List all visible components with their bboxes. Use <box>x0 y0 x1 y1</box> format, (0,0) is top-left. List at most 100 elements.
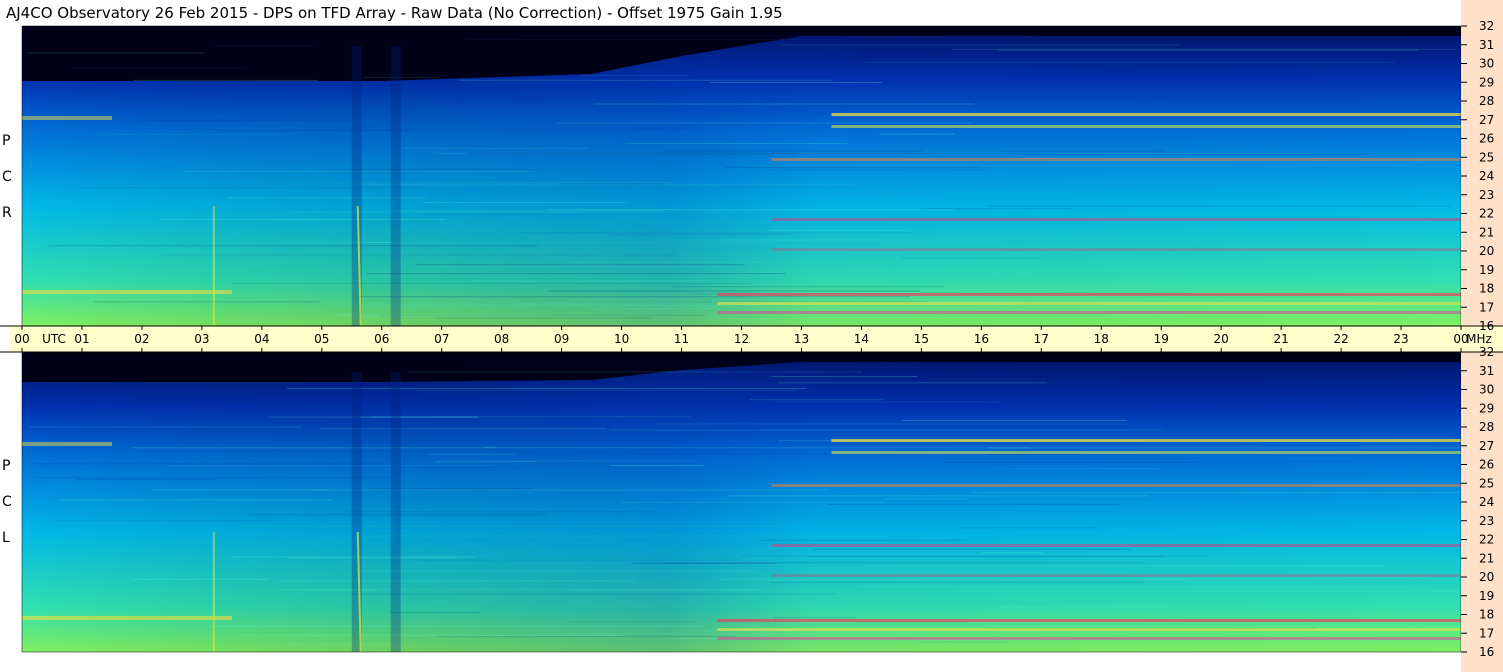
texture-line <box>772 376 918 378</box>
texture-line <box>214 45 316 47</box>
texture-line <box>34 476 390 478</box>
emission-band <box>831 439 1461 442</box>
texture-line <box>353 184 856 186</box>
time-tick-label: 15 <box>914 332 929 346</box>
texture-line <box>857 586 1411 588</box>
texture-line <box>568 261 771 263</box>
texture-line <box>117 92 302 94</box>
texture-line <box>320 428 606 430</box>
texture-line <box>662 150 1166 152</box>
freq-tick-label: 26 <box>1479 458 1494 472</box>
texture-line <box>609 234 791 236</box>
texture-line <box>1016 154 1368 156</box>
texture-line <box>630 127 697 129</box>
texture-line <box>519 232 912 234</box>
freq-tick-label: 16 <box>1479 319 1494 333</box>
emission-band <box>771 484 1461 487</box>
texture-line <box>458 79 833 81</box>
texture-line <box>358 535 883 537</box>
texture-line <box>359 296 911 298</box>
texture-line <box>759 539 969 541</box>
time-tick-label: UTC <box>42 332 66 346</box>
texture-line <box>725 186 819 188</box>
freq-tick-label: 32 <box>1479 345 1494 359</box>
texture-line <box>523 34 1032 36</box>
time-tick-label: 20 <box>1214 332 1229 346</box>
texture-line <box>879 133 955 135</box>
texture-line <box>232 282 751 284</box>
texture-line <box>1023 461 1353 463</box>
freq-tick-label: 18 <box>1479 608 1494 622</box>
spectrogram-chart: 00 UTC 01 02 03 04 05 06 07 08 09 10 11 12 13 14 15 16 17 1… <box>0 0 1503 672</box>
texture-line <box>242 525 779 527</box>
texture-line <box>416 389 797 391</box>
freq-tick-label: 27 <box>1479 439 1494 453</box>
emission-band <box>831 125 1461 128</box>
freq-tick-label: 18 <box>1479 282 1494 296</box>
texture-line <box>167 84 501 86</box>
texture-line <box>987 447 1461 449</box>
texture-line <box>424 213 588 215</box>
texture-line <box>987 205 1451 207</box>
time-tick-label: 10 <box>614 332 629 346</box>
texture-line <box>434 635 737 637</box>
texture-line <box>919 641 1010 643</box>
texture-line <box>985 407 1113 409</box>
texture-line <box>620 501 886 503</box>
texture-line <box>466 361 1019 363</box>
texture-line <box>959 527 1098 529</box>
emission-band <box>831 451 1461 454</box>
texture-line <box>769 229 910 231</box>
emission-band <box>717 628 1461 631</box>
texture-line <box>47 245 538 247</box>
texture-line <box>365 273 786 275</box>
texture-line <box>610 464 705 466</box>
texture-line <box>901 419 1127 421</box>
texture-line <box>359 305 732 307</box>
freq-tick-label: 32 <box>1479 19 1494 33</box>
texture-line <box>484 447 1030 449</box>
texture-line <box>408 371 863 373</box>
texture-line <box>330 182 678 184</box>
texture-line <box>427 466 586 468</box>
texture-line <box>541 407 606 409</box>
texture-line <box>218 129 413 131</box>
freq-tick-label: 24 <box>1479 495 1494 509</box>
texture-line <box>75 478 215 480</box>
texture-line <box>29 426 302 428</box>
freq-tick-label: 22 <box>1479 533 1494 547</box>
texture-line <box>556 122 972 124</box>
texture-line <box>389 210 664 212</box>
texture-line <box>133 79 319 81</box>
freq-tick-label: 20 <box>1479 570 1494 584</box>
texture-line <box>285 128 710 130</box>
texture-line <box>79 187 423 189</box>
freq-tick-label: 27 <box>1479 113 1494 127</box>
texture-line <box>57 499 332 501</box>
emission-band <box>717 302 1461 305</box>
time-tick-label: 17 <box>1034 332 1049 346</box>
emission-band <box>22 616 232 620</box>
texture-line <box>279 580 636 582</box>
texture-line <box>995 468 1161 470</box>
texture-line <box>884 498 969 500</box>
freq-tick-label: 28 <box>1479 94 1494 108</box>
time-tick-label: 01 <box>74 332 89 346</box>
texture-line <box>547 290 920 292</box>
texture-line <box>778 382 1048 384</box>
time-tick-label: 19 <box>1154 332 1169 346</box>
texture-line <box>465 39 844 41</box>
texture-line <box>97 134 291 136</box>
texture-line <box>725 56 811 58</box>
time-tick-label: 08 <box>494 332 509 346</box>
freq-tick-label: 28 <box>1479 420 1494 434</box>
texture-line <box>138 119 350 121</box>
texture-line <box>168 465 494 467</box>
emission-band <box>831 113 1461 116</box>
texture-line <box>773 401 1001 403</box>
texture-line <box>288 557 458 559</box>
texture-line <box>402 147 589 149</box>
texture-line <box>609 429 1162 431</box>
texture-line <box>922 150 1000 152</box>
texture-line <box>656 423 1129 425</box>
